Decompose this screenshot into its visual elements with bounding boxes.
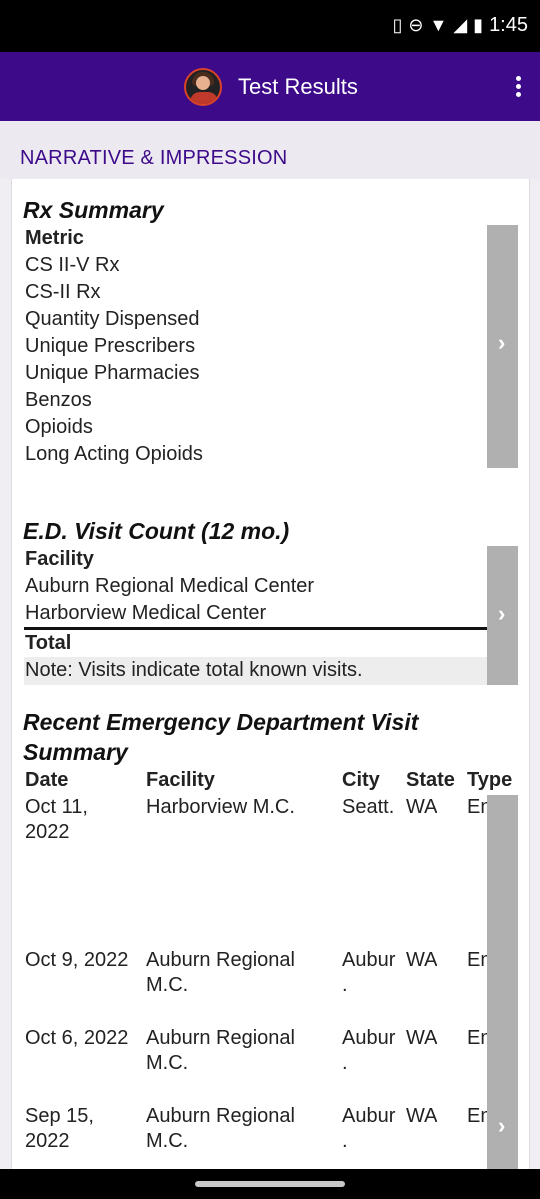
rx-row: Opioids (25, 416, 93, 438)
ed-total-label: Total (25, 632, 72, 654)
recent-ed-scroll-button[interactable]: › (487, 795, 518, 1174)
col-facility: Facility (146, 769, 215, 791)
rx-row: CS-II Rx (25, 281, 101, 303)
visit-city: . (342, 974, 348, 996)
visit-state: WA (406, 949, 438, 971)
total-divider (24, 627, 518, 630)
col-type: Type (467, 769, 513, 791)
rx-scroll-button[interactable]: › (487, 225, 518, 468)
visit-date: Sep 15, (25, 1105, 94, 1127)
visit-date: Oct 6, 2022 (25, 1027, 129, 1049)
ed-facility-row: Auburn Regional Medical Center (25, 575, 315, 597)
visit-facility: Auburn Regional (146, 1105, 295, 1127)
status-icons: ▯ ⊖ ▼ ◢ ▮ 1:45 (392, 14, 528, 37)
visit-city: Aubur (342, 1027, 396, 1049)
section-title: NARRATIVE & IMPRESSION (20, 147, 288, 169)
visit-state: WA (406, 1027, 438, 1049)
recent-ed-heading: Recent Emergency Department Visit (23, 709, 419, 735)
visit-state: WA (406, 1105, 438, 1127)
rx-row: CS II-V Rx (25, 254, 120, 276)
visit-date: Oct 9, 2022 (25, 949, 129, 971)
vibrate-icon: ▯ (392, 15, 403, 35)
visit-facility: Harborview M.C. (146, 796, 295, 818)
navigation-bar (0, 1169, 540, 1199)
recent-ed-heading-2: Summary (23, 739, 128, 765)
col-date: Date (25, 769, 69, 791)
visit-facility: M.C. (146, 1130, 189, 1152)
signal-icon: ◢ (453, 15, 468, 35)
chevron-right-icon: › (498, 1113, 506, 1138)
visit-facility: Auburn Regional (146, 949, 295, 971)
rx-row: Unique Pharmacies (25, 362, 200, 384)
visit-date: Oct 11, (25, 796, 88, 818)
visit-city: Aubur (342, 1105, 396, 1127)
visit-facility: M.C. (146, 974, 189, 996)
ed-scroll-button[interactable]: › (487, 546, 518, 685)
visit-city: Aubur (342, 949, 396, 971)
section-header: NARRATIVE & IMPRESSION (0, 121, 540, 179)
rx-summary-heading: Rx Summary (23, 197, 164, 223)
col-state: State (406, 769, 455, 791)
rx-row: Benzos (25, 389, 92, 411)
ed-facility-header: Facility (25, 548, 94, 570)
rx-row: Unique Prescribers (25, 335, 196, 357)
page-title: Test Results (238, 74, 358, 99)
wifi-icon: ▼ (429, 15, 448, 35)
visit-state: WA (406, 796, 438, 818)
ed-facility-row: Harborview Medical Center (25, 602, 267, 624)
visit-city: . (342, 1130, 348, 1152)
visit-city: Seatt. (342, 796, 395, 818)
visit-date: 2022 (25, 821, 70, 843)
results-card: Rx Summary Metric CS II-V Rx CS-II Rx Qu… (11, 179, 530, 1174)
visit-date: 2022 (25, 1130, 70, 1152)
ed-count-heading: E.D. Visit Count (12 mo.) (23, 518, 290, 544)
col-city: City (342, 769, 380, 791)
battery-icon: ▮ (473, 15, 484, 35)
status-bar: ▯ ⊖ ▼ ◢ ▮ 1:45 (0, 0, 540, 52)
dnd-icon: ⊖ (408, 15, 424, 35)
rx-row: Quantity Dispensed (25, 308, 200, 330)
visit-city: . (342, 1052, 348, 1074)
chevron-right-icon: › (498, 330, 506, 355)
app-bar: Test Results (0, 52, 540, 121)
home-gesture-handle[interactable] (195, 1181, 345, 1187)
avatar[interactable] (184, 68, 222, 106)
rx-row: Long Acting Opioids (25, 443, 203, 465)
rx-metric-header: Metric (25, 227, 84, 249)
visit-facility: M.C. (146, 1052, 189, 1074)
ed-note: Note: Visits indicate total known visits… (25, 659, 363, 681)
visit-facility: Auburn Regional (146, 1027, 295, 1049)
chevron-right-icon: › (498, 601, 506, 626)
more-vert-icon[interactable] (514, 76, 522, 100)
status-time: 1:45 (489, 14, 528, 36)
